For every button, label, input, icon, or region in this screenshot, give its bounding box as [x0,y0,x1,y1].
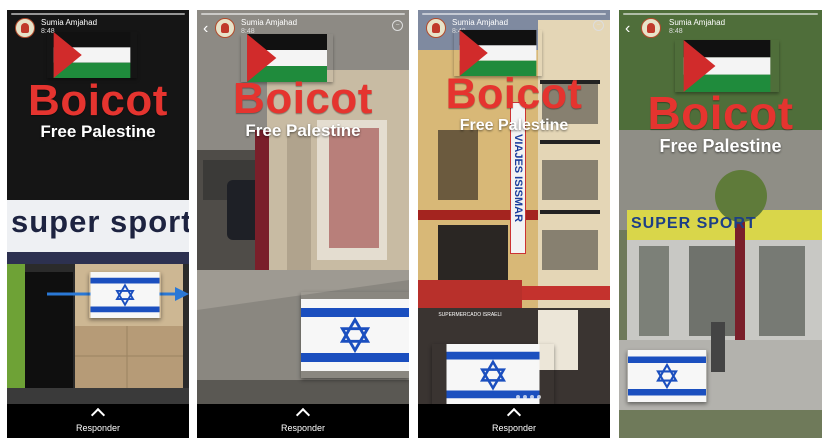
story-frame-1[interactable]: Sumia Amjahad 8:48 Boicot Free Palestine… [7,10,189,438]
awning-sign: SUPERMERCADO ISRAELI [438,312,502,318]
story-subtitle: Free Palestine [659,136,782,156]
back-icon[interactable]: ‹ [625,21,630,37]
israel-flag-icon [89,272,161,318]
story-time: 8:48 [669,28,683,35]
more-icon[interactable]: − [392,20,403,31]
story-header: ‹ Sumia Amjahad 8:48 [625,16,816,42]
story-subtitle: Free Palestine [40,122,156,141]
reply-bar[interactable]: Responder [7,404,189,438]
user-name[interactable]: Sumia Amjahad [452,18,508,27]
chevron-up-icon[interactable] [506,407,522,423]
story-progress-bar [11,13,185,15]
reply-bar[interactable]: Responder [197,404,409,438]
story-title: Boicot [445,70,583,118]
user-name[interactable]: Sumia Amjahad [41,18,97,27]
page-dots [516,386,544,404]
israel-flag-icon [301,297,409,373]
avatar-icon[interactable] [426,18,446,38]
back-icon[interactable]: ‹ [203,21,208,37]
avatar-icon[interactable] [641,18,661,38]
chevron-up-icon[interactable] [90,407,106,423]
story-frame-2[interactable]: ‹ Sumia Amjahad 8:48 − Boicot Free Pales… [197,10,409,438]
more-icon[interactable]: − [593,20,604,31]
story-title: Boicot [233,74,373,123]
story-frame-3[interactable]: VIAJES ISISMAR SUPERMERCADO ISRAELI Sumi… [418,10,610,438]
reply-bar[interactable]: Responder [418,404,610,438]
reply-label[interactable]: Responder [7,423,189,433]
user-name[interactable]: Sumia Amjahad [241,18,297,27]
reply-label[interactable]: Responder [197,423,409,433]
reply-label[interactable]: Responder [418,423,610,433]
story-title: Boicot [647,87,794,139]
story-progress-bar [623,13,818,15]
story-progress-bar [422,13,606,15]
story-subtitle: Free Palestine [245,121,361,140]
user-name[interactable]: Sumia Amjahad [669,18,725,27]
palestine-flag-icon [53,32,131,78]
shop-sign: super sport [11,204,189,239]
story-title: Boicot [28,76,168,125]
avatar-icon[interactable] [15,18,35,38]
story-progress-bar [201,13,405,15]
palestine-flag-icon [683,40,771,92]
story-subtitle: Free Palestine [459,117,569,134]
israel-flag-icon [627,350,707,402]
shop-sign: SUPER SPORT [631,215,757,232]
chevron-up-icon[interactable] [295,407,311,423]
avatar-icon[interactable] [215,18,235,38]
story-frame-4[interactable]: SUPER SPORT ‹ Sumia Amjahad 8:48 Boicot … [619,10,822,438]
